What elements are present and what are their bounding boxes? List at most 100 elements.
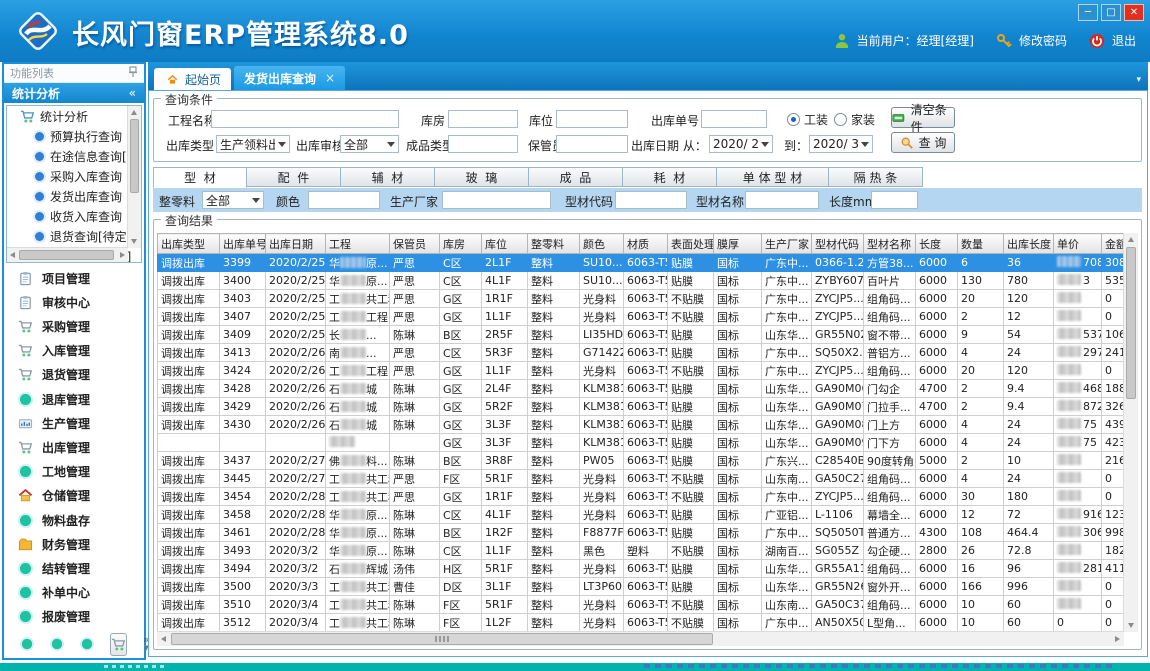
grid-cell[interactable]: 国标 <box>714 254 762 272</box>
grid-cell[interactable]: 整料 <box>528 416 580 434</box>
date-from-picker[interactable]: 2020/ 2/16 <box>709 135 773 153</box>
tree-item[interactable]: 发货出库查询 <box>7 186 141 206</box>
grid-cell[interactable]: 石城 <box>326 398 390 416</box>
grid-cell[interactable]: 组角码... <box>864 560 916 578</box>
grid-cell[interactable]: 26 <box>958 542 1004 560</box>
grid-cell[interactable]: 整料 <box>528 542 580 560</box>
grid-cell[interactable]: 光身料 <box>580 614 624 632</box>
grid-cell[interactable]: 54 <box>1004 326 1054 344</box>
grid-cell[interactable]: 6000 <box>916 344 958 362</box>
outbound-type-select[interactable]: 生产领料出库 <box>216 135 290 153</box>
manufacturer-input[interactable] <box>442 191 551 209</box>
grid-cell[interactable]: AN50X50X2 <box>812 614 864 632</box>
material-tab[interactable]: 耗 材 <box>623 167 717 187</box>
grid-cell[interactable]: 汤伟 <box>390 560 440 578</box>
grid-cell[interactable]: 2 <box>958 398 1004 416</box>
grid-cell[interactable]: 4 <box>958 470 1004 488</box>
table-row[interactable]: 调拨出库34292020/2/26石城陈琳G区5R2F整料KLM38176063… <box>158 398 1127 416</box>
grid-cell[interactable]: 国标 <box>714 326 762 344</box>
column-header[interactable]: 生产厂家 <box>762 234 812 254</box>
grid-cell[interactable] <box>326 434 390 452</box>
profile-name-input[interactable] <box>745 191 819 209</box>
grid-cell[interactable]: 166 <box>958 578 1004 596</box>
grid-cell[interactable]: 贴膜 <box>668 416 714 434</box>
grid-cell[interactable]: 1L2F <box>482 614 528 632</box>
sidebar-item[interactable]: 采购管理 <box>4 316 144 338</box>
grid-cell[interactable]: 468 <box>1054 380 1102 398</box>
grid-cell[interactable]: 2L4F <box>482 380 528 398</box>
grid-cell[interactable]: 2020/2/27 <box>266 452 326 470</box>
grid-cell[interactable]: 2 <box>958 452 1004 470</box>
grid-cell[interactable]: 6000 <box>916 560 958 578</box>
grid-cell[interactable]: 6063-T5 <box>624 326 668 344</box>
grid-cell[interactable]: 严思 <box>390 488 440 506</box>
grid-cell[interactable]: 整料 <box>528 362 580 380</box>
grid-vertical-scrollbar[interactable] <box>1123 233 1138 632</box>
grid-cell[interactable]: 贴膜 <box>668 452 714 470</box>
grid-cell[interactable]: 国标 <box>714 470 762 488</box>
grid-cell[interactable]: 整料 <box>528 344 580 362</box>
tree-item[interactable]: 收货入库查询 <box>7 206 141 226</box>
grid-cell[interactable]: 山东南... <box>762 596 812 614</box>
column-header[interactable]: 库位 <box>482 234 528 254</box>
grid-cell[interactable]: 光身料 <box>580 308 624 326</box>
grid-cell[interactable]: 整料 <box>528 578 580 596</box>
column-header[interactable]: 出库长度 <box>1004 234 1054 254</box>
grid-cell[interactable]: C区 <box>440 506 482 524</box>
column-header[interactable]: 出库类型 <box>158 234 220 254</box>
grid-cell[interactable] <box>1054 452 1102 470</box>
grid-cell[interactable] <box>1054 542 1102 560</box>
grid-cell[interactable]: G区 <box>440 488 482 506</box>
sidebar-item[interactable]: 仓储管理 <box>4 485 144 507</box>
grid-cell[interactable]: 5R1F <box>482 596 528 614</box>
grid-cell[interactable]: 光身料 <box>580 488 624 506</box>
tree-item[interactable]: 采购入库查询 <box>7 166 141 186</box>
grid-cell[interactable]: 国标 <box>714 290 762 308</box>
grid-cell[interactable]: GA90M08... <box>812 416 864 434</box>
grid-cell[interactable]: 窗不带... <box>864 326 916 344</box>
grid-cell[interactable]: 山东华... <box>762 398 812 416</box>
table-row[interactable]: 调拨出库34132020/2/26南...严思C区5R3F整料G71422606… <box>158 344 1127 362</box>
grid-cell[interactable]: 山东华... <box>762 380 812 398</box>
grid-cell[interactable]: 贴膜 <box>668 524 714 542</box>
grid-cell[interactable]: 75 <box>1054 434 1102 452</box>
clear-conditions-button[interactable]: 清空条件 <box>891 107 955 128</box>
column-header[interactable]: 出库日期 <box>266 234 326 254</box>
material-tab[interactable]: 玻 璃 <box>435 167 529 187</box>
grid-cell[interactable]: KLM3817 <box>580 434 624 452</box>
grid-cell[interactable]: 1R1F <box>482 488 528 506</box>
grid-cell[interactable]: 2020/2/26 <box>266 362 326 380</box>
grid-cell[interactable]: 6000 <box>916 326 958 344</box>
grid-cell[interactable]: 山东华... <box>762 326 812 344</box>
sidebar-item[interactable]: 生产管理 <box>4 412 144 434</box>
grid-cell[interactable]: 24 <box>1004 416 1054 434</box>
grid-cell[interactable]: 2020/3/2 <box>266 542 326 560</box>
table-row[interactable]: 调拨出库35102020/3/4工共工程陈琳F区5R1F整料光身料6063-T5… <box>158 596 1127 614</box>
grid-cell[interactable]: 2 <box>958 308 1004 326</box>
grid-cell[interactable] <box>158 434 220 452</box>
grid-cell[interactable]: 6063-T5 <box>624 578 668 596</box>
material-tab[interactable]: 型 材 <box>153 167 247 188</box>
grid-cell[interactable]: 组角码... <box>864 488 916 506</box>
grid-cell[interactable]: 广东中... <box>762 290 812 308</box>
grid-cell[interactable] <box>266 434 326 452</box>
grid-cell[interactable]: 2020/2/27 <box>266 470 326 488</box>
grid-cell[interactable]: 组角码... <box>864 596 916 614</box>
tree-root[interactable]: 统计分析 <box>7 106 141 126</box>
grid-cell[interactable]: 调拨出库 <box>158 326 220 344</box>
grid-cell[interactable]: 120 <box>1004 290 1054 308</box>
sidebar-item[interactable]: 财务管理 <box>4 533 144 555</box>
sidebar-item[interactable]: 审核中心 <box>4 291 144 313</box>
grid-cell[interactable]: 3428 <box>220 380 266 398</box>
grid-cell[interactable]: 3510 <box>220 596 266 614</box>
grid-cell[interactable]: 调拨出库 <box>158 506 220 524</box>
grid-cell[interactable]: 广东中... <box>762 362 812 380</box>
grid-cell[interactable]: 不贴膜 <box>668 542 714 560</box>
grid-cell[interactable]: 严思 <box>390 362 440 380</box>
grid-cell[interactable]: 陈琳 <box>390 326 440 344</box>
grid-cell[interactable]: 华原... <box>326 506 390 524</box>
grid-cell[interactable]: 普通方... <box>864 524 916 542</box>
grid-cell[interactable]: 6000 <box>916 362 958 380</box>
warehouse-input[interactable] <box>448 110 518 128</box>
keeper-input[interactable] <box>556 135 628 153</box>
